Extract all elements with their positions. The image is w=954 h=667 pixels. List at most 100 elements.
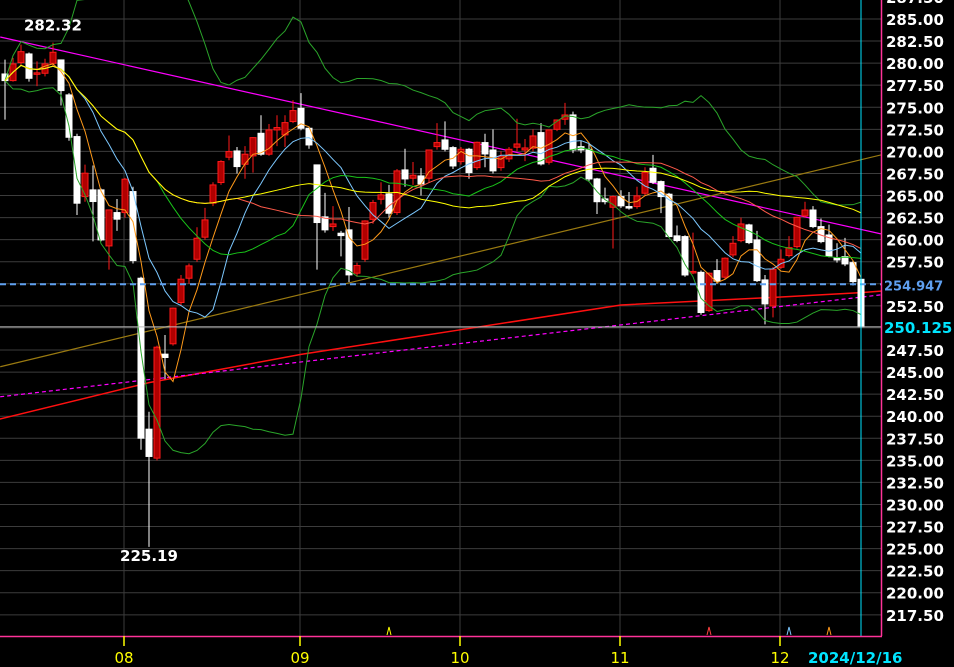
candle-up bbox=[225, 135, 233, 161]
candle-up bbox=[105, 209, 113, 270]
candle-down bbox=[489, 129, 497, 174]
candle-up bbox=[81, 164, 89, 202]
y-tick-label: 285.00 bbox=[886, 11, 944, 29]
candle-body bbox=[569, 114, 577, 151]
candle-up bbox=[281, 115, 289, 147]
candle-body bbox=[705, 272, 713, 312]
candle-up bbox=[177, 274, 185, 306]
candle-down bbox=[681, 235, 689, 277]
candle-body bbox=[49, 51, 57, 64]
candle-down bbox=[745, 223, 753, 245]
candle-down bbox=[833, 243, 841, 263]
reference-price-line-label: 254.947 bbox=[884, 279, 943, 294]
plot-area[interactable] bbox=[0, 0, 885, 636]
candle-body bbox=[217, 161, 225, 184]
low-annotation: 225.19 bbox=[120, 547, 178, 565]
candle-down bbox=[809, 206, 817, 229]
y-tick-label: 265.00 bbox=[886, 188, 944, 206]
signal-marker-icon bbox=[786, 626, 792, 636]
signal-marker-icon bbox=[386, 626, 392, 636]
candle-up bbox=[153, 345, 161, 461]
candle-body bbox=[793, 216, 801, 248]
candle-up bbox=[201, 207, 209, 240]
candle-body bbox=[673, 235, 681, 242]
month-label: 10 bbox=[450, 649, 469, 667]
candle-up bbox=[377, 182, 385, 205]
candle-body bbox=[801, 209, 809, 217]
bollinger-lower-band bbox=[4, 80, 862, 455]
candle-body bbox=[73, 136, 81, 204]
candle-down bbox=[569, 111, 577, 154]
candle-body bbox=[337, 232, 345, 237]
candle-up bbox=[793, 216, 801, 249]
y-tick-label: 262.50 bbox=[886, 210, 944, 228]
candle-up bbox=[361, 220, 369, 262]
candle-body bbox=[593, 178, 601, 203]
gridlines bbox=[0, 0, 881, 636]
candle-up bbox=[289, 100, 297, 124]
y-tick-label: 220.00 bbox=[886, 585, 944, 603]
candle-up bbox=[497, 151, 505, 171]
candle-body bbox=[241, 153, 249, 165]
bollinger-upper-band bbox=[4, 0, 862, 206]
candle-up bbox=[193, 227, 201, 262]
candle-body bbox=[289, 110, 297, 123]
candle-down bbox=[401, 148, 409, 187]
y-tick-label: 287.50 bbox=[886, 0, 944, 7]
signal-marker-icon bbox=[826, 626, 832, 636]
price-lines bbox=[0, 0, 881, 636]
candle-body bbox=[769, 268, 777, 307]
candle-body bbox=[465, 148, 473, 174]
y-tick-label: 237.50 bbox=[886, 430, 944, 448]
candle-body bbox=[273, 127, 281, 131]
y-tick-label: 252.50 bbox=[886, 298, 944, 316]
candle-body bbox=[377, 194, 385, 200]
candle-down bbox=[257, 115, 265, 156]
candle-up bbox=[737, 217, 745, 243]
y-tick-label: 230.00 bbox=[886, 496, 944, 514]
candle-body bbox=[441, 139, 449, 150]
candle-body bbox=[185, 265, 193, 279]
y-tick-label: 245.00 bbox=[886, 364, 944, 382]
y-tick-label: 247.50 bbox=[886, 342, 944, 360]
candle-up bbox=[121, 177, 129, 218]
candle-up bbox=[633, 186, 641, 209]
candle-body bbox=[425, 149, 433, 179]
candle-body bbox=[753, 239, 761, 282]
candle-body bbox=[809, 209, 817, 228]
y-tick-label: 257.50 bbox=[886, 254, 944, 272]
candle-body bbox=[353, 265, 361, 274]
candle-body bbox=[177, 278, 185, 304]
candle-body bbox=[361, 220, 369, 260]
candle-body bbox=[329, 223, 337, 228]
candle-body bbox=[193, 237, 201, 260]
candles bbox=[1, 42, 865, 547]
candle-up bbox=[721, 257, 729, 280]
candle-up bbox=[457, 146, 465, 165]
candle-up bbox=[545, 129, 553, 165]
candle-up bbox=[185, 263, 193, 284]
y-tick-label: 217.50 bbox=[886, 607, 944, 625]
y-tick-label: 235.00 bbox=[886, 452, 944, 470]
candle-down bbox=[593, 177, 601, 215]
y-tick-label: 225.00 bbox=[886, 541, 944, 559]
candle-body bbox=[161, 353, 169, 359]
candle-body bbox=[265, 129, 273, 155]
candle-body bbox=[745, 224, 753, 244]
candle-body bbox=[401, 169, 409, 180]
candle-down bbox=[129, 186, 137, 264]
candle-down bbox=[321, 192, 329, 233]
signal-markers bbox=[386, 626, 832, 636]
candle-down bbox=[673, 225, 681, 243]
candle-body bbox=[729, 242, 737, 256]
support-trendline bbox=[0, 294, 881, 398]
candle-body bbox=[681, 236, 689, 276]
candle-body bbox=[233, 150, 241, 168]
candle-down bbox=[585, 142, 593, 182]
candle-body bbox=[513, 143, 521, 148]
y-tick-label: 272.50 bbox=[886, 121, 944, 139]
candle-body bbox=[145, 428, 153, 457]
candle-body bbox=[721, 257, 729, 278]
last-price-line-label: 250.125 bbox=[884, 319, 952, 337]
candlestick-chart[interactable]: 287.50 285.00 282.50 280.00 277.50 275.00 272.… bbox=[0, 0, 954, 667]
